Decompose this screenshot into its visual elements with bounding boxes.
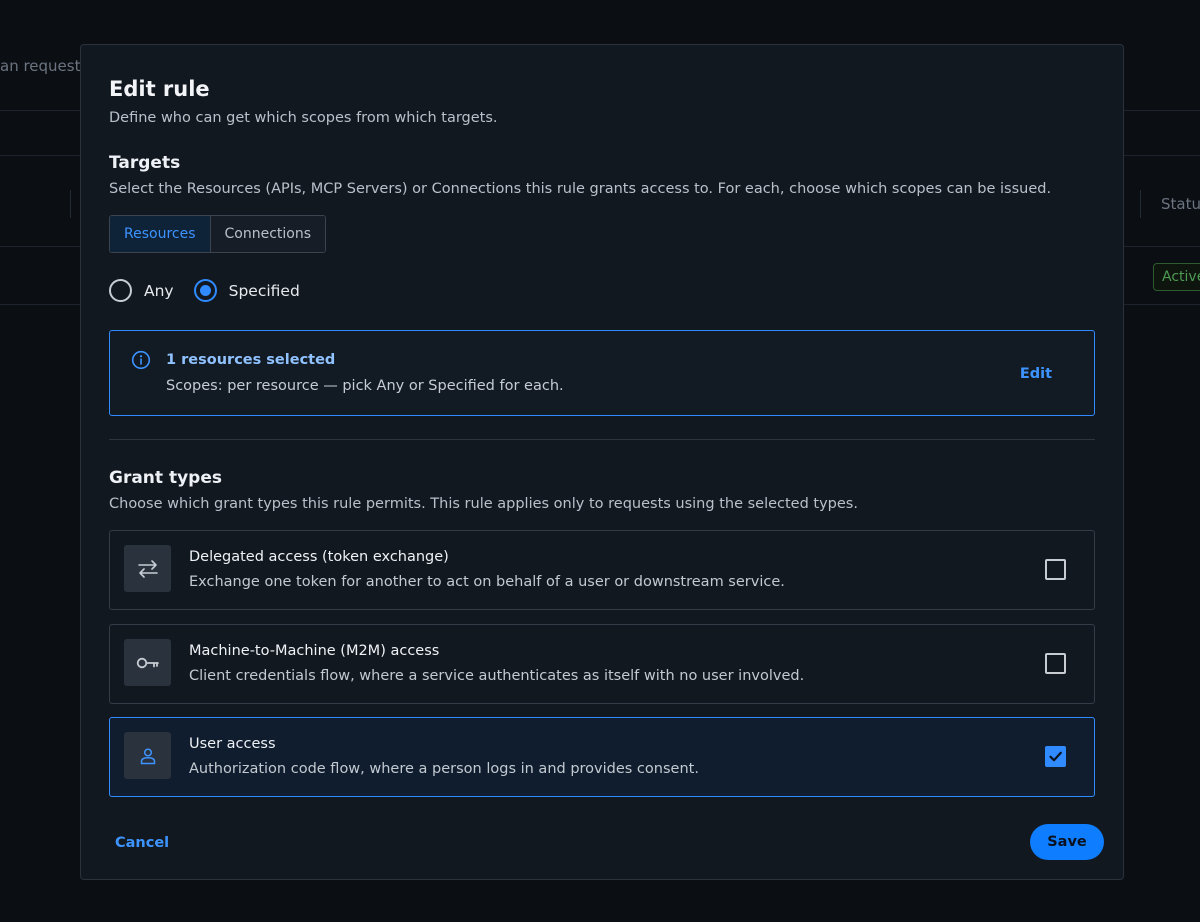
user-icon: [140, 747, 155, 764]
save-button[interactable]: Save: [1030, 824, 1104, 860]
grant-title: Delegated access (token exchange): [189, 549, 449, 565]
grant-icon-box: [124, 639, 171, 686]
grant-option-delegated[interactable]: Delegated access (token exchange) Exchan…: [109, 530, 1095, 610]
grant-checkbox-user-access[interactable]: [1045, 746, 1066, 767]
grant-types-title: Grant types: [109, 468, 222, 488]
grant-icon-box: [124, 545, 171, 592]
radio-specified-label: Specified: [228, 281, 300, 300]
edit-rule-modal: Edit rule Define who can get which scope…: [80, 44, 1124, 880]
checkmark-icon: [1049, 751, 1062, 762]
grant-title: Machine-to-Machine (M2M) access: [189, 643, 440, 659]
info-title: 1 resources selected: [166, 352, 336, 368]
background-column-header: Statu: [1161, 195, 1200, 213]
targets-scope-radio-group: Any Specified: [109, 279, 320, 302]
background-status-badge: Active: [1153, 263, 1200, 291]
grant-checkbox-m2m[interactable]: [1045, 653, 1066, 674]
tab-connections[interactable]: Connections: [210, 216, 326, 252]
key-icon: [136, 657, 159, 668]
radio-any[interactable]: Any: [109, 279, 174, 302]
cancel-button[interactable]: Cancel: [115, 835, 169, 851]
targets-title: Targets: [109, 153, 181, 173]
edit-resources-button[interactable]: Edit: [1020, 366, 1052, 382]
modal-subtitle: Define who can get which scopes from whi…: [109, 110, 498, 126]
grant-types-description: Choose which grant types this rule permi…: [109, 496, 858, 512]
targets-segmented-control: Resources Connections: [109, 215, 327, 253]
resources-selected-info: 1 resources selected Scopes: per resourc…: [109, 330, 1095, 416]
grant-title: User access: [189, 736, 276, 752]
grant-option-m2m[interactable]: Machine-to-Machine (M2M) access Client c…: [109, 624, 1095, 704]
swap-arrows-icon: [137, 559, 158, 578]
targets-description: Select the Resources (APIs, MCP Servers)…: [109, 181, 1052, 197]
grant-description: Client credentials flow, where a service…: [189, 668, 805, 684]
background-column-separator: [70, 190, 71, 218]
background-column-separator: [1140, 190, 1141, 218]
info-icon: [131, 350, 151, 370]
grant-option-user-access[interactable]: User access Authorization code flow, whe…: [109, 717, 1095, 797]
grant-icon-box: [124, 732, 171, 779]
section-divider: [109, 439, 1095, 440]
grant-description: Exchange one token for another to act on…: [189, 574, 785, 590]
radio-any-label: Any: [144, 281, 174, 300]
info-description: Scopes: per resource — pick Any or Speci…: [166, 378, 564, 394]
radio-specified-circle[interactable]: [193, 279, 217, 302]
tab-resources[interactable]: Resources: [110, 216, 211, 252]
radio-specified[interactable]: Specified: [193, 279, 300, 302]
grant-checkbox-delegated[interactable]: [1045, 559, 1066, 580]
grant-description: Authorization code flow, where a person …: [189, 761, 699, 777]
modal-title: Edit rule: [109, 77, 210, 101]
radio-any-circle[interactable]: [109, 279, 132, 302]
